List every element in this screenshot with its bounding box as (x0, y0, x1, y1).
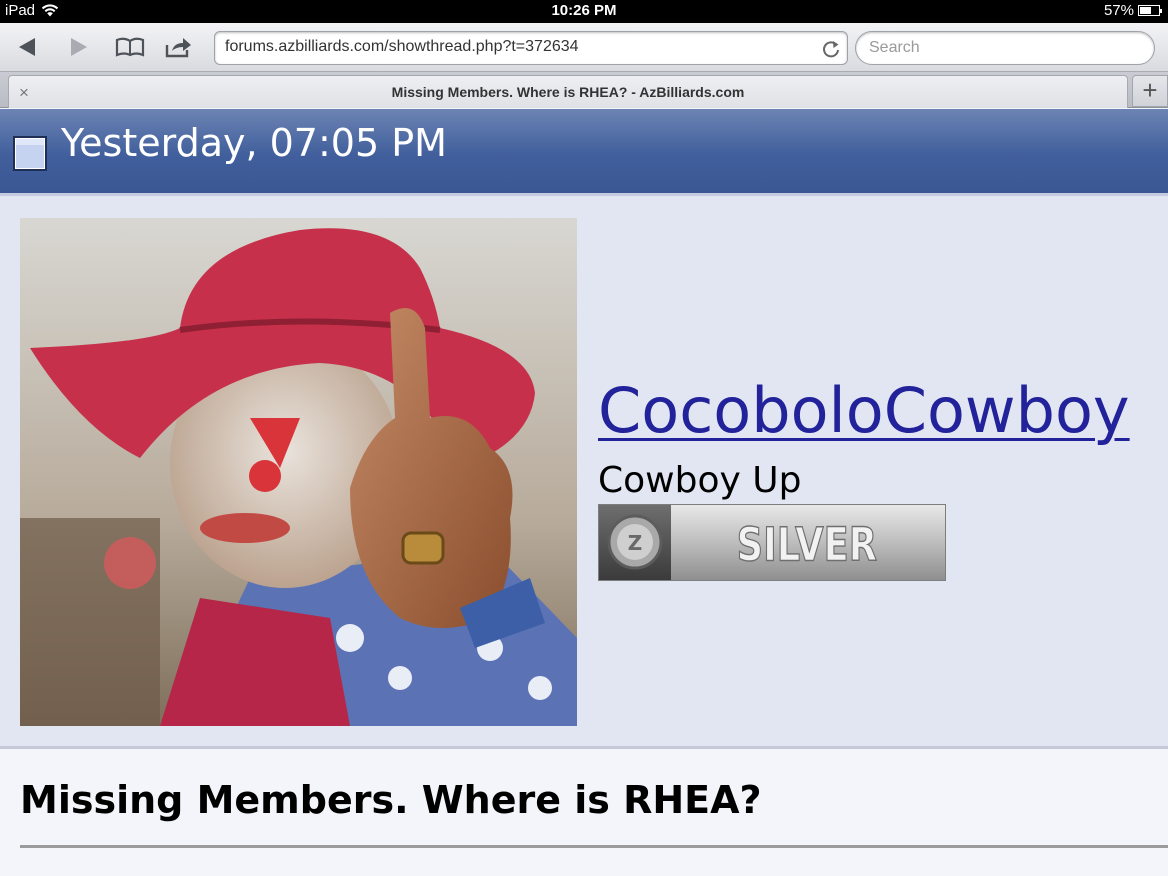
new-tab-button[interactable]: + (1132, 75, 1168, 107)
bookmarks-button[interactable] (115, 32, 145, 62)
thread-title: Missing Members. Where is RHEA? (20, 778, 762, 822)
divider (20, 845, 1168, 848)
url-text: forums.azbilliards.com/showthread.php?t=… (225, 38, 579, 55)
status-bar: iPad 10:26 PM 57% (0, 0, 1168, 23)
user-title: Cowboy Up (598, 460, 802, 501)
browser-toolbar: forums.azbilliards.com/showthread.php?t=… (0, 23, 1168, 72)
bookmarks-book-icon (115, 37, 145, 57)
forward-arrow-icon (71, 38, 87, 56)
rank-emblem: Z (628, 531, 643, 555)
share-icon (165, 38, 191, 58)
back-button[interactable] (12, 32, 42, 62)
search-input[interactable] (855, 31, 1155, 65)
back-arrow-icon (19, 38, 35, 56)
post-date: Yesterday, 07:05 PM (61, 121, 447, 165)
tab-bar: × Missing Members. Where is RHEA? - AzBi… (0, 72, 1168, 108)
share-button[interactable] (164, 32, 194, 62)
user-avatar[interactable] (20, 218, 577, 726)
username-link[interactable]: CocoboloCowboy (598, 374, 1130, 447)
tab-title: Missing Members. Where is RHEA? - AzBill… (391, 84, 745, 100)
battery-percent: 57% (1103, 2, 1134, 19)
address-bar[interactable]: forums.azbilliards.com/showthread.php?t=… (214, 31, 848, 65)
post-header: Yesterday, 07:05 PM (0, 109, 1168, 193)
post-document-icon (13, 136, 47, 171)
forward-button[interactable] (64, 32, 94, 62)
rank-label: SILVER (737, 517, 877, 571)
battery-icon (1138, 5, 1162, 16)
tab-active[interactable]: × Missing Members. Where is RHEA? - AzBi… (8, 75, 1128, 108)
battery-fill (1140, 7, 1152, 14)
reload-icon[interactable] (821, 39, 841, 59)
clock: 10:26 PM (551, 2, 617, 19)
rank-badge: Z SILVER (598, 504, 946, 581)
user-info-panel: CocoboloCowboy Cowboy Up Z SILVER (0, 193, 1168, 749)
thread-title-area: Missing Members. Where is RHEA? (0, 752, 1168, 876)
